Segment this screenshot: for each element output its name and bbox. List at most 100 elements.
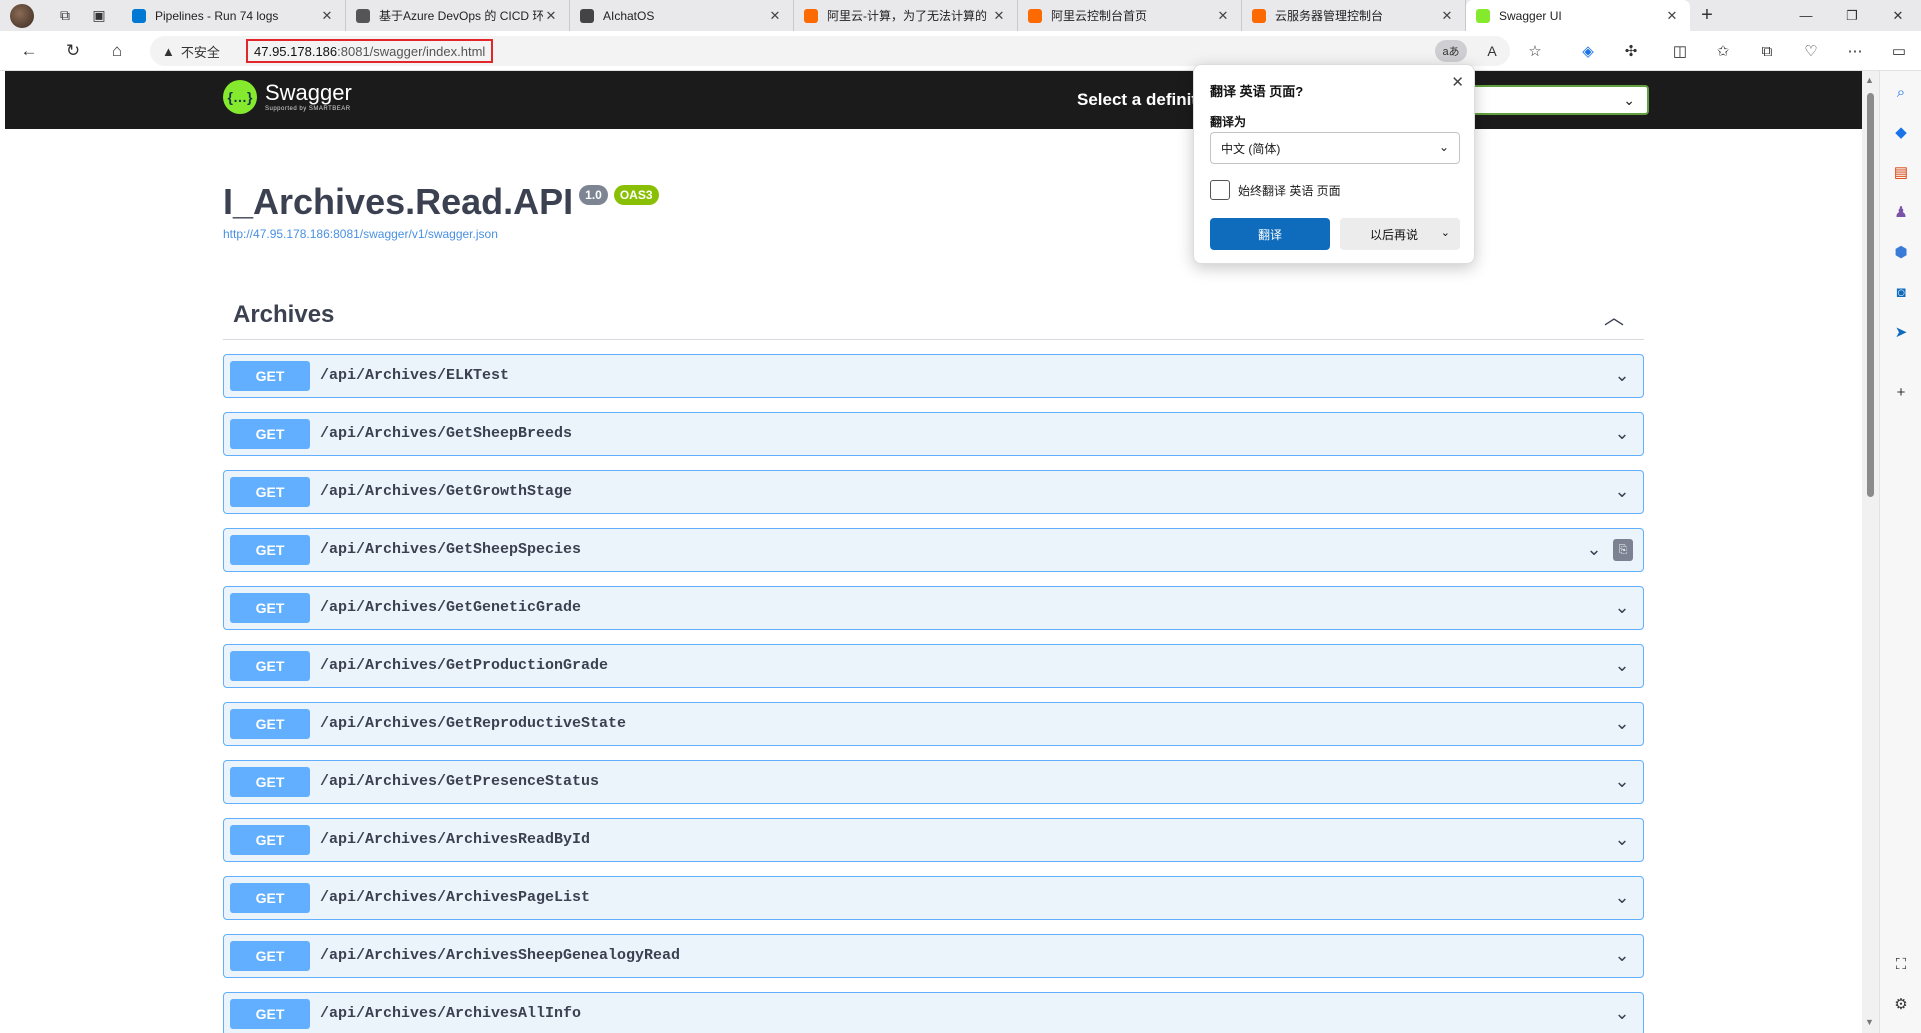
games-icon[interactable]: ♟	[1888, 199, 1914, 225]
translate-popup: 翻译 英语 页面? ✕ 翻译为 中文 (简体) ⌄ 始终翻译 英语 页面 翻译 …	[1193, 64, 1475, 264]
chevron-down-icon[interactable]: ⌄	[1611, 363, 1633, 387]
operations-list: GET/api/Archives/ELKTest ⌄ GET/api/Archive…	[223, 354, 1644, 1033]
workspaces-icon[interactable]: ⧉	[48, 0, 82, 31]
home-icon[interactable]: ⌂	[102, 37, 132, 65]
scroll-thumb[interactable]	[1867, 93, 1874, 497]
url-text[interactable]: 47.95.178.186:8081/swagger/index.html	[246, 39, 494, 63]
always-translate-checkbox[interactable]	[1210, 180, 1230, 200]
refresh-icon[interactable]: ↻	[58, 37, 88, 65]
settings-gear-icon[interactable]: ⚙	[1888, 991, 1914, 1017]
operation-row[interactable]: GET/api/Archives/ArchivesAllInfo ⌄	[223, 992, 1644, 1033]
performance-icon[interactable]: ♡	[1798, 38, 1824, 64]
chevron-down-icon[interactable]: ⌄	[1611, 421, 1633, 445]
chevron-down-icon[interactable]: ⌄	[1611, 943, 1633, 967]
page-scrollbar[interactable]: ▲ ▼	[1862, 71, 1879, 1033]
operation-row[interactable]: GET/api/Archives/GetGeneticGrade ⌄	[223, 586, 1644, 630]
operation-row[interactable]: GET/api/Archives/GetSheepBreeds ⌄	[223, 412, 1644, 456]
extension-shield-icon[interactable]: ◈	[1575, 38, 1601, 64]
split-screen-icon[interactable]: ◫	[1667, 38, 1693, 64]
tab-0[interactable]: Pipelines - Run 74 logs ✕	[122, 0, 346, 31]
chevron-down-icon[interactable]: ⌄	[1441, 226, 1450, 239]
operation-row[interactable]: GET/api/Archives/GetReproductiveState ⌄	[223, 702, 1644, 746]
operation-row[interactable]: GET/api/Archives/GetGrowthStage ⌄	[223, 470, 1644, 514]
translate-button[interactable]: 翻译	[1210, 218, 1330, 250]
restore-icon[interactable]: ❐	[1829, 0, 1875, 31]
tab-title: 基于Azure DevOps 的 CICD 环	[379, 9, 543, 23]
profile-avatar[interactable]	[10, 3, 34, 28]
new-tab-button[interactable]: +	[1690, 4, 1724, 27]
address-bar[interactable]: ▲ 不安全 47.95.178.186:8081/swagger/index.h…	[150, 36, 1510, 66]
outlook-icon[interactable]: ◙	[1888, 279, 1914, 305]
tab-4[interactable]: 阿里云控制台首页 ✕	[1018, 0, 1242, 31]
tab-close-icon[interactable]: ✕	[543, 8, 559, 24]
search-icon[interactable]: ⌕	[1888, 79, 1914, 105]
operation-row[interactable]: GET/api/Archives/ArchivesSheepGenealogyR…	[223, 934, 1644, 978]
operation-path: /api/Archives/ELKTest	[320, 367, 510, 384]
scroll-up-icon[interactable]: ▲	[1865, 75, 1874, 85]
operation-row[interactable]: GET/api/Archives/ArchivesPageList ⌄	[223, 876, 1644, 920]
minimize-icon[interactable]: —	[1783, 0, 1829, 31]
tab-6[interactable]: Swagger UI ✕	[1466, 0, 1690, 31]
chevron-down-icon[interactable]: ⌄	[1583, 537, 1605, 561]
tab-5[interactable]: 云服务器管理控制台 ✕	[1242, 0, 1466, 31]
operation-row[interactable]: GET/api/Archives/ELKTest ⌄	[223, 354, 1644, 398]
api-info: I_Archives.Read.API 1.0 OAS3 http://47.9…	[223, 181, 659, 241]
chevron-down-icon[interactable]: ⌄	[1611, 653, 1633, 677]
tab-close-icon[interactable]: ✕	[991, 8, 1007, 24]
operation-path: /api/Archives/GetReproductiveState	[320, 715, 627, 732]
method-badge: GET	[230, 941, 310, 971]
screenshot-icon[interactable]: ⛶	[1888, 951, 1914, 977]
extensions-icon[interactable]: ✣	[1618, 38, 1644, 64]
microsoft365-icon[interactable]: ⬢	[1888, 239, 1914, 265]
spec-link[interactable]: http://47.95.178.186:8081/swagger/v1/swa…	[223, 227, 659, 241]
archives-section-header[interactable]: Archives ︿	[223, 295, 1644, 340]
operation-row[interactable]: GET/api/Archives/GetProductionGrade ⌄	[223, 644, 1644, 688]
scroll-down-icon[interactable]: ▼	[1865, 1017, 1874, 1027]
chevron-down-icon[interactable]: ⌄	[1611, 885, 1633, 909]
shopping-tag-icon[interactable]: ◆	[1888, 119, 1914, 145]
close-icon[interactable]: ✕	[1451, 73, 1464, 91]
window-close-icon[interactable]: ✕	[1875, 0, 1921, 31]
security-indicator[interactable]: ▲ 不安全	[162, 36, 220, 66]
method-badge: GET	[230, 767, 310, 797]
language-select[interactable]: 中文 (简体) ⌄	[1210, 132, 1460, 164]
copy-to-clipboard-icon[interactable]: ⎘	[1613, 539, 1633, 561]
tab-3[interactable]: 阿里云-计算，为了无法计算的 ✕	[794, 0, 1018, 31]
always-translate-option[interactable]: 始终翻译 英语 页面	[1210, 180, 1341, 200]
send-icon[interactable]: ➤	[1888, 319, 1914, 345]
not-now-button[interactable]: 以后再说 ⌄	[1340, 218, 1460, 250]
operation-row[interactable]: GET/api/Archives/GetSheepSpecies ⌄ ⎘	[223, 528, 1644, 572]
chevron-down-icon[interactable]: ⌄	[1611, 1001, 1633, 1025]
swagger-logo[interactable]: {…} Swagger Supported by SMARTBEAR	[223, 80, 352, 114]
aliyun-icon	[804, 8, 818, 23]
tab-2[interactable]: AIchatOS ✕	[570, 0, 794, 31]
chevron-down-icon[interactable]: ⌄	[1611, 827, 1633, 851]
sidebar-toggle-icon[interactable]: ▭	[1886, 38, 1912, 64]
tab-close-icon[interactable]: ✕	[1664, 8, 1680, 24]
vertical-tabs-icon[interactable]: ▣	[82, 0, 116, 31]
chevron-down-icon[interactable]: ⌄	[1611, 479, 1633, 503]
tab-close-icon[interactable]: ✕	[1215, 8, 1231, 24]
back-icon[interactable]: ←	[14, 37, 44, 65]
operation-path: /api/Archives/GetSheepSpecies	[320, 541, 582, 558]
operation-row[interactable]: GET/api/Archives/GetPresenceStatus ⌄	[223, 760, 1644, 804]
translate-icon[interactable]: aあ	[1435, 40, 1467, 62]
favorites-icon[interactable]: ✩	[1710, 38, 1736, 64]
chevron-down-icon[interactable]: ⌄	[1611, 595, 1633, 619]
tab-1[interactable]: 基于Azure DevOps 的 CICD 环 ✕	[346, 0, 570, 31]
tab-close-icon[interactable]: ✕	[319, 8, 335, 24]
chevron-down-icon[interactable]: ⌄	[1611, 769, 1633, 793]
chevron-down-icon[interactable]: ⌄	[1611, 711, 1633, 735]
favorite-star-icon[interactable]: ☆	[1522, 38, 1548, 64]
openai-icon	[580, 8, 594, 23]
add-app-icon[interactable]: +	[1888, 379, 1914, 405]
more-menu-icon[interactable]: ⋯	[1842, 38, 1868, 64]
tools-icon[interactable]: ▤	[1888, 159, 1914, 185]
tab-close-icon[interactable]: ✕	[767, 8, 783, 24]
chevron-up-icon[interactable]: ︿	[1604, 301, 1624, 330]
tab-close-icon[interactable]: ✕	[1439, 8, 1455, 24]
method-badge: GET	[230, 361, 310, 391]
collections-icon[interactable]: ⧉	[1754, 38, 1780, 64]
read-aloud-icon[interactable]: A	[1480, 40, 1504, 62]
operation-row[interactable]: GET/api/Archives/ArchivesReadById ⌄	[223, 818, 1644, 862]
